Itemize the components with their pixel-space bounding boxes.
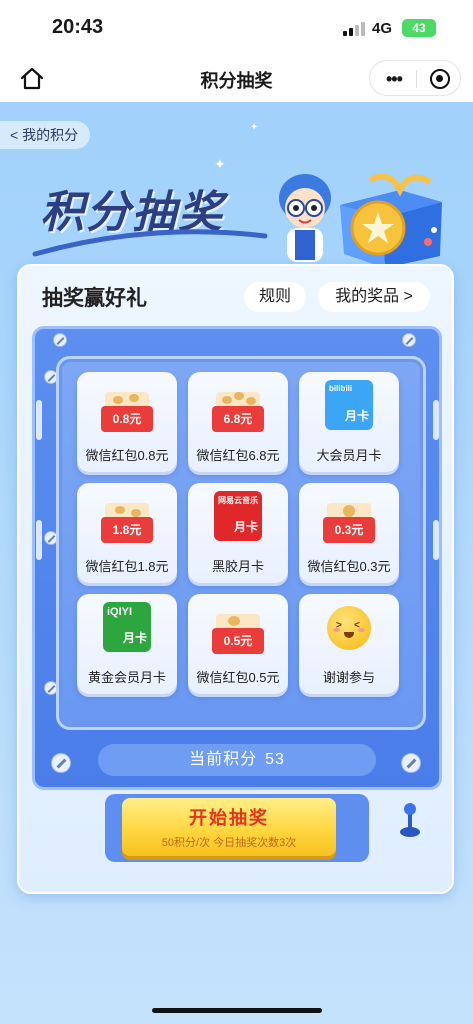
draw-button-sublabel: 50积分/次 今日抽奖次数3次 — [161, 837, 297, 849]
capsule-divider — [416, 70, 417, 88]
start-draw-button[interactable]: 开始抽奖 50积分/次 今日抽奖次数3次 — [122, 798, 336, 856]
envelope-amount: 0.3元 — [323, 517, 375, 543]
prize-label: 微信红包0.5元 — [196, 670, 280, 685]
side-rail — [36, 520, 42, 560]
screw-icon — [402, 333, 416, 347]
nav-bar: 积分抽奖 ••• — [0, 56, 473, 102]
red-envelope-icon: 0.5元 — [212, 614, 264, 654]
red-envelope-icon: 0.3元 — [323, 503, 375, 543]
card-brand: iQIYI — [107, 606, 133, 618]
card-tag: 月卡 — [344, 409, 369, 423]
gift-box-illustration — [340, 173, 442, 268]
prize-label: 微信红包6.8元 — [196, 448, 280, 463]
screw-icon — [51, 753, 71, 773]
prize-cell: iQIYI 月卡 黄金会员月卡 — [77, 594, 177, 694]
bilibili-card-icon: bilibili 月卡 — [325, 380, 373, 430]
red-envelope-icon: 0.8元 — [101, 392, 153, 432]
prize-label: 大会员月卡 — [316, 448, 382, 463]
red-envelope-icon: 6.8元 — [212, 392, 264, 432]
battery-icon: 43 — [402, 19, 436, 37]
prize-cell: > < 谢谢参与 — [299, 594, 399, 694]
screw-icon — [401, 753, 421, 773]
envelope-amount: 0.8元 — [101, 406, 153, 432]
prize-label: 微信红包0.3元 — [307, 559, 391, 574]
network-type: 4G — [372, 20, 393, 37]
sparkle-icon: ✦ — [250, 122, 259, 133]
card-brand: bilibili — [329, 384, 353, 393]
card-tag: 月卡 — [122, 631, 147, 645]
red-envelope-icon: 1.8元 — [101, 503, 153, 543]
mini-program-capsule: ••• — [369, 60, 461, 96]
home-indicator — [152, 1008, 322, 1013]
hero-swoosh-decoration — [32, 229, 268, 257]
envelope-amount: 1.8元 — [101, 517, 153, 543]
card-tag: 月卡 — [233, 520, 258, 534]
side-rail — [433, 400, 439, 440]
prize-label: 微信红包0.8元 — [85, 448, 169, 463]
prize-cell: bilibili 月卡 大会员月卡 — [299, 372, 399, 472]
netease-music-card-icon: 网易云音乐 月卡 — [214, 491, 262, 541]
prize-cell: 1.8元 微信红包1.8元 — [77, 483, 177, 583]
iqiyi-card-icon: iQIYI 月卡 — [103, 602, 151, 652]
prize-label: 谢谢参与 — [322, 670, 375, 685]
points-label: 当前积分 — [189, 751, 258, 768]
battery-level: 43 — [412, 21, 426, 35]
sad-face-icon: > < — [327, 606, 371, 650]
prize-label: 微信红包1.8元 — [85, 559, 169, 574]
screw-icon — [53, 333, 67, 347]
current-points-bar: 当前积分 53 — [98, 744, 376, 776]
my-points-back-button[interactable]: < 我的积分 — [0, 121, 91, 149]
prize-cell: 6.8元 微信红包6.8元 — [188, 372, 288, 472]
envelope-amount: 6.8元 — [212, 406, 264, 432]
envelope-amount: 0.5元 — [212, 628, 264, 654]
joystick-icon — [400, 803, 420, 837]
prize-cell: 0.5元 微信红包0.5元 — [188, 594, 288, 694]
draw-button-label: 开始抽奖 — [189, 808, 269, 828]
side-rail — [36, 400, 42, 440]
signal-icon — [343, 22, 365, 36]
rules-button[interactable]: 规则 — [244, 282, 306, 312]
prize-label: 黄金会员月卡 — [87, 670, 166, 685]
my-prizes-button[interactable]: 我的奖品 > — [318, 282, 430, 312]
status-time: 20:43 — [52, 16, 104, 38]
side-rail — [433, 520, 439, 560]
prize-label: 黑胶月卡 — [211, 559, 264, 574]
prize-cell: 网易云音乐 月卡 黑胶月卡 — [188, 483, 288, 583]
close-target-icon[interactable] — [430, 69, 450, 89]
sparkle-icon: ✦ — [214, 156, 226, 172]
prize-cell: 0.8元 微信红包0.8元 — [77, 372, 177, 472]
more-icon[interactable]: ••• — [386, 69, 403, 90]
prize-cell: 0.3元 微信红包0.3元 — [299, 483, 399, 583]
points-value: 53 — [265, 751, 285, 768]
status-bar: 20:43 4G 43 — [0, 0, 473, 56]
card-brand: 网易云音乐 — [218, 496, 258, 505]
card-heading: 抽奖赢好礼 — [42, 287, 147, 310]
